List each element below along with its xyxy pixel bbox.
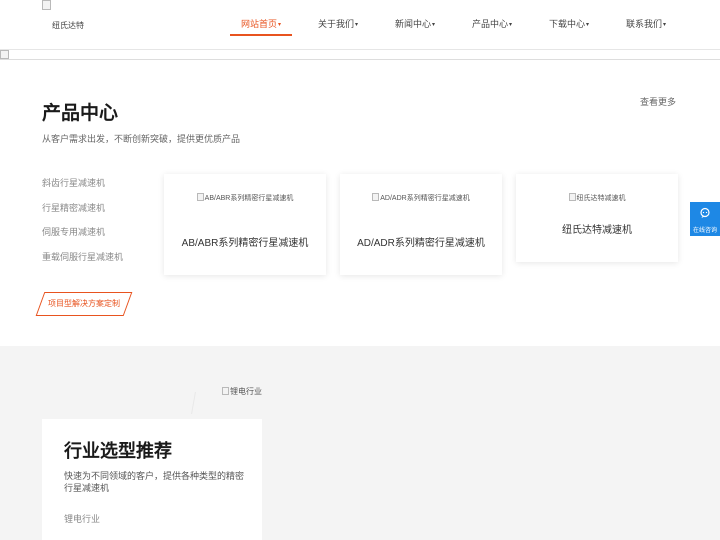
- industry-card: 行业选型推荐 快速为不同领域的客户，提供各种类型的精密行星减速机 锂电行业: [42, 419, 262, 540]
- product-card[interactable]: 纽氏达特减速机 纽氏达特减速机: [516, 174, 678, 262]
- chevron-down-icon: ▾: [663, 22, 667, 28]
- chevron-down-icon: ▾: [586, 22, 590, 28]
- category-item[interactable]: 伺服专用减速机: [42, 225, 105, 238]
- consult-label: 在线咨询: [692, 228, 717, 234]
- industry-item[interactable]: 锂电行业: [64, 512, 100, 525]
- product-image: AD/ADR系列精密行星减速机: [340, 192, 502, 205]
- nav-item-news[interactable]: 新闻中心▾: [384, 12, 446, 36]
- products-subtitle: 从客户需求出发，不断创新突破，提供更优质产品: [42, 134, 241, 144]
- broken-image-icon: [222, 387, 229, 395]
- product-image: AB/ABR系列精密行星减速机: [164, 192, 326, 205]
- chevron-down-icon: ▾: [509, 22, 513, 28]
- product-card[interactable]: AB/ABR系列精密行星减速机 AB/ABR系列精密行星减速机: [164, 174, 326, 275]
- divider: [191, 392, 196, 414]
- category-item[interactable]: 行星精密减速机: [42, 201, 105, 214]
- product-name: 纽氏达特减速机: [562, 225, 632, 236]
- banner-image-icon: [0, 50, 9, 59]
- chevron-down-icon: ▾: [432, 22, 436, 28]
- broken-image-icon: [372, 193, 380, 201]
- nav-item-downloads[interactable]: 下载中心▾: [538, 12, 600, 36]
- solution-button-label: 项目型解决方案定制: [48, 299, 120, 308]
- nav-item-products[interactable]: 产品中心▾: [461, 12, 523, 36]
- industry-description: 快速为不同领域的客户，提供各种类型的精密行星减速机: [64, 471, 245, 493]
- broken-image-icon: [568, 193, 576, 201]
- product-name: AD/ADR系列精密行星减速机: [357, 238, 485, 249]
- chevron-down-icon: ▾: [278, 22, 282, 28]
- broken-image-icon: [196, 193, 204, 201]
- online-consult-button[interactable]: 在线咨询: [690, 202, 720, 236]
- banner: [0, 50, 720, 60]
- product-image: 纽氏达特减速机: [516, 192, 678, 205]
- chevron-down-icon: ▾: [355, 22, 359, 28]
- nav-item-about[interactable]: 关于我们▾: [307, 12, 369, 36]
- logo-text: 纽氏达特: [52, 21, 84, 30]
- products-title: 产品中心: [42, 103, 119, 124]
- industry-image: 锂电行业: [222, 386, 262, 397]
- custom-solution-button[interactable]: 项目型解决方案定制: [35, 292, 133, 316]
- chat-icon: [700, 207, 710, 218]
- view-more-link[interactable]: 查看更多: [640, 95, 676, 108]
- product-card[interactable]: AD/ADR系列精密行星减速机 AD/ADR系列精密行星减速机: [340, 174, 502, 275]
- site-header: 纽氏达特 网站首页▾ 关于我们▾ 新闻中心▾ 产品中心▾ 下载中心▾ 联系我们▾: [0, 0, 720, 50]
- nav-item-home[interactable]: 网站首页▾: [230, 12, 292, 36]
- nav-item-contact[interactable]: 联系我们▾: [615, 12, 677, 36]
- category-item[interactable]: 斜齿行星减速机: [42, 176, 105, 189]
- logo-image-icon: [42, 0, 51, 10]
- logo[interactable]: 纽氏达特: [42, 0, 102, 40]
- industry-title: 行业选型推荐: [64, 441, 172, 461]
- product-name: AB/ABR系列精密行星减速机: [181, 238, 309, 249]
- industry-section: 锂电行业 行业选型推荐 快速为不同领域的客户，提供各种类型的精密行星减速机 锂电…: [0, 346, 720, 540]
- category-item[interactable]: 重载伺服行星减速机: [42, 250, 123, 263]
